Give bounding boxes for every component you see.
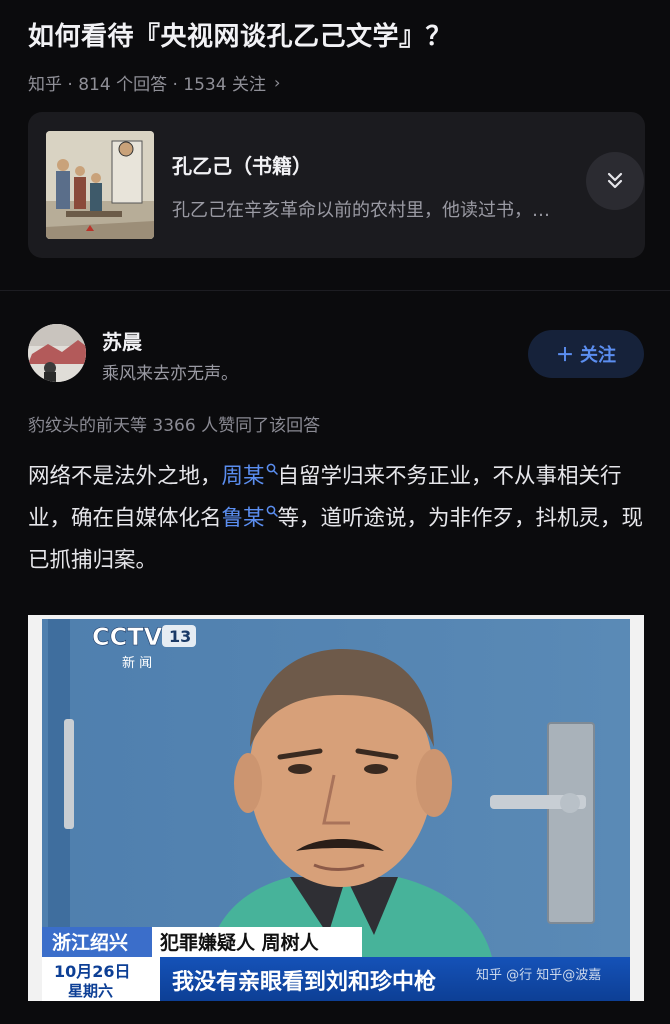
- section-divider: [0, 290, 670, 291]
- news-date: 10月26日: [54, 962, 131, 981]
- search-link-label: 鲁某: [221, 506, 265, 531]
- search-link-zhou[interactable]: 周某: [221, 463, 278, 489]
- book-name: 孔乙己（书籍）: [172, 154, 312, 178]
- follow-label: 关注: [580, 345, 616, 366]
- chevron-right-icon: ›: [273, 73, 281, 92]
- chevron-double-down-icon: [607, 172, 623, 189]
- news-quote: 我没有亲眼看到刘和珍中枪: [172, 969, 436, 995]
- news-location: 浙江绍兴: [52, 931, 128, 954]
- question-meta[interactable]: 知乎 · 814 个回答 · 1534 关注 ›: [28, 70, 280, 95]
- news-caption-name: 犯罪嫌疑人 周树人: [159, 931, 320, 954]
- answer-body: 网络不是法外之地，周某 自留学归来不务正业，不从事相关行业，确在自媒体化名鲁某 等，…: [28, 456, 648, 582]
- search-icon: [266, 505, 278, 517]
- expand-button[interactable]: [586, 152, 644, 210]
- author-bio: 乘风来去亦无声。: [102, 364, 238, 384]
- plus-icon: ＋: [556, 345, 574, 366]
- book-card[interactable]: 孔乙己（书籍） 孔乙己在辛亥革命以前的农村里，他读过书，…: [28, 112, 645, 258]
- search-link-label: 周某: [221, 464, 265, 489]
- news-weekday: 星期六: [68, 982, 113, 1000]
- follow-button[interactable]: ＋ 关注: [528, 330, 644, 378]
- channel-logo-text: CCTV: [92, 623, 163, 651]
- author-name[interactable]: 苏晨: [102, 326, 142, 355]
- question-meta-text: 知乎 · 814 个回答 · 1534 关注: [28, 75, 266, 95]
- news-watermark: 知乎 @行 知乎@波嘉: [476, 967, 601, 983]
- book-cover-image: [46, 131, 154, 239]
- answer-text-part: 网络不是法外之地，: [28, 464, 222, 489]
- channel-sub: 新 闻: [122, 655, 152, 671]
- book-description: 孔乙己在辛亥革命以前的农村里，他读过书，…: [172, 200, 550, 221]
- channel-number: 13: [169, 627, 191, 646]
- news-screenshot-image[interactable]: CCTV 13 新 闻 浙江绍兴 犯罪嫌疑人 周树人 10月26日 星期六 我没…: [28, 615, 644, 1001]
- vote-summary[interactable]: 豹纹头的前天等 3366 人赞同了该回答: [28, 411, 320, 436]
- answer-page: 如何看待『央视网谈孔乙己文学』？ 知乎 · 814 个回答 · 1534 关注 …: [0, 0, 670, 1024]
- avatar[interactable]: [28, 324, 86, 382]
- search-link-lu[interactable]: 鲁某: [221, 505, 278, 531]
- search-icon: [266, 463, 278, 475]
- question-title[interactable]: 如何看待『央视网谈孔乙己文学』？: [28, 16, 648, 53]
